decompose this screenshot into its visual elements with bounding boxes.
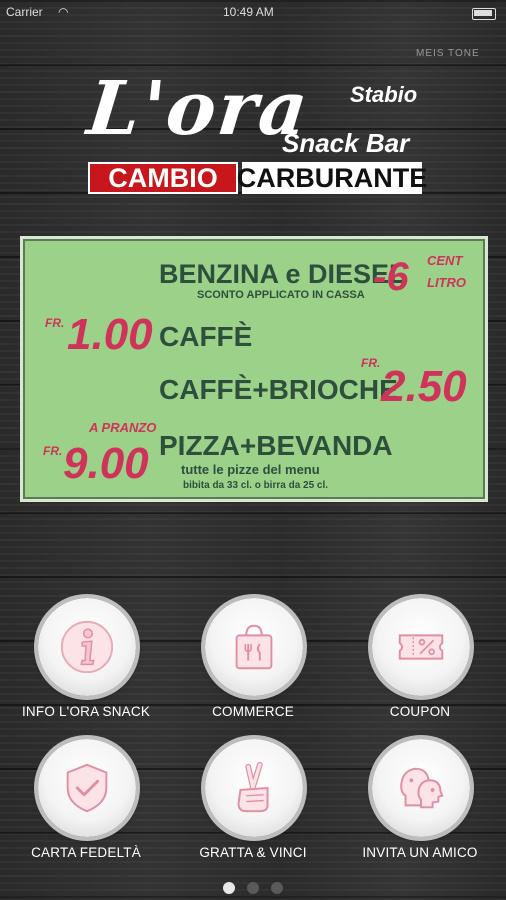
scratch-button[interactable] [205, 739, 303, 837]
logo-subtitle: Snack Bar [282, 128, 410, 158]
item2-price: 2.50 [381, 362, 467, 411]
banner-carburante: CARBURANTE [236, 162, 428, 194]
tile-fidelity-label: CARTA FEDELTÀ [31, 845, 141, 860]
item1-price: 1.00 [67, 310, 153, 359]
item2-currency: FR. [361, 356, 381, 370]
tile-coupon-label: COUPON [389, 704, 451, 719]
fuel-title: BENZINA e DIESEL [159, 259, 406, 289]
item3-note-detail: bibita da 33 cl. o birra da 25 cl. [183, 480, 329, 491]
info-icon [60, 620, 114, 674]
logo-location: Stabio [350, 82, 418, 107]
item3-tag: A PRANZO [89, 420, 157, 435]
page-dot-1[interactable] [223, 882, 235, 894]
fuel-discount: -6 [373, 255, 409, 299]
shopping-bag-icon [235, 624, 273, 670]
crossed-fingers-icon [237, 761, 269, 813]
tile-scratch-label: GRATTA & VINCI [199, 845, 307, 860]
tile-scratch[interactable]: GRATTA & VINCI [169, 739, 337, 860]
item3-name: PIZZA+BEVANDA [159, 430, 393, 461]
tile-info[interactable]: INFO L'ORA SNACK [2, 598, 170, 719]
fuel-note: SCONTO APPLICATO IN CASSA [197, 289, 365, 301]
promo-board[interactable]: BENZINA e DIESEL SCONTO APPLICATO IN CAS… [20, 236, 488, 502]
info-button[interactable] [38, 598, 136, 696]
item3-currency: FR. [43, 444, 63, 458]
corner-logo-mark: MEIS TONE [416, 48, 480, 59]
item3-price: 9.00 [63, 439, 149, 488]
fuel-unit-top: CENT [427, 253, 463, 268]
tile-commerce-label: COMMERCE [212, 704, 294, 719]
page-indicator[interactable] [0, 882, 506, 894]
battery-icon [472, 8, 496, 20]
status-time: 10:49 AM [223, 5, 274, 19]
fidelity-button[interactable] [38, 739, 136, 837]
coupon-icon [398, 634, 444, 660]
tile-commerce[interactable]: COMMERCE [169, 598, 337, 719]
logo-title: L'ora [83, 66, 314, 152]
page-dot-2[interactable] [247, 882, 259, 894]
carrier-label: Carrier [6, 5, 43, 19]
status-bar: Carrier ◠ 10:49 AM [0, 0, 506, 28]
item2-name: CAFFÈ+BRIOCHE [159, 374, 398, 405]
tile-invite[interactable]: INVITA UN AMICO [336, 739, 504, 860]
tile-info-label: INFO L'ORA SNACK [21, 704, 151, 719]
page-dot-3[interactable] [271, 882, 283, 894]
people-icon [400, 767, 444, 809]
invite-button[interactable] [372, 739, 470, 837]
item1-currency: FR. [45, 316, 65, 330]
commerce-button[interactable] [205, 598, 303, 696]
item3-note: tutte le pizze del menu [181, 462, 320, 477]
banner-cambio: CAMBIO [88, 162, 238, 194]
item1-name: CAFFÈ [159, 321, 253, 352]
shield-check-icon [66, 763, 108, 813]
fuel-unit-bottom: LITRO [427, 275, 466, 290]
tile-fidelity[interactable]: CARTA FEDELTÀ [2, 739, 170, 860]
tile-invite-label: INVITA UN AMICO [362, 845, 478, 860]
tile-coupon[interactable]: COUPON [336, 598, 504, 719]
wifi-icon: ◠ [58, 5, 69, 19]
coupon-button[interactable] [372, 598, 470, 696]
